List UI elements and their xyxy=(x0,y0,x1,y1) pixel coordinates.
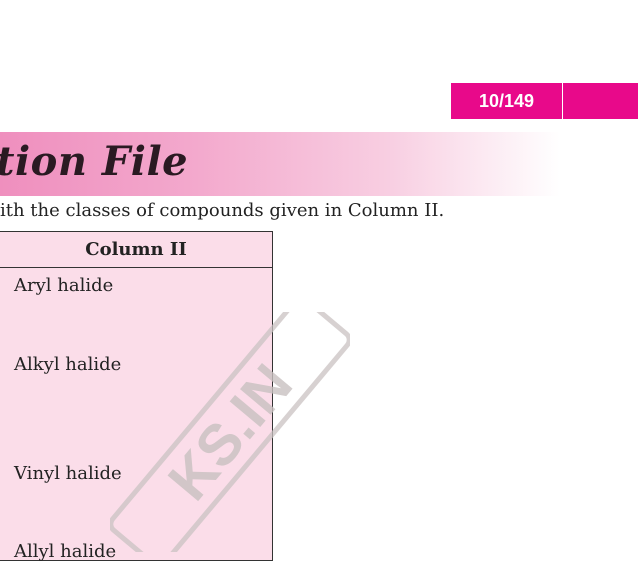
page-tab[interactable] xyxy=(563,83,638,119)
question-instruction: ith the classes of compounds given in Co… xyxy=(0,200,445,221)
column-ii-table: Column II Aryl halide Alkyl halide Vinyl… xyxy=(0,231,273,562)
table-row: Aryl halide xyxy=(14,275,114,296)
section-title: tion File xyxy=(0,138,189,185)
table-row: Vinyl halide xyxy=(14,463,122,484)
table-row: Allyl halide xyxy=(14,541,117,562)
column-ii-header: Column II xyxy=(0,232,272,268)
page-indicator: 10/149 xyxy=(451,83,562,119)
table-row: Alkyl halide xyxy=(14,354,122,375)
